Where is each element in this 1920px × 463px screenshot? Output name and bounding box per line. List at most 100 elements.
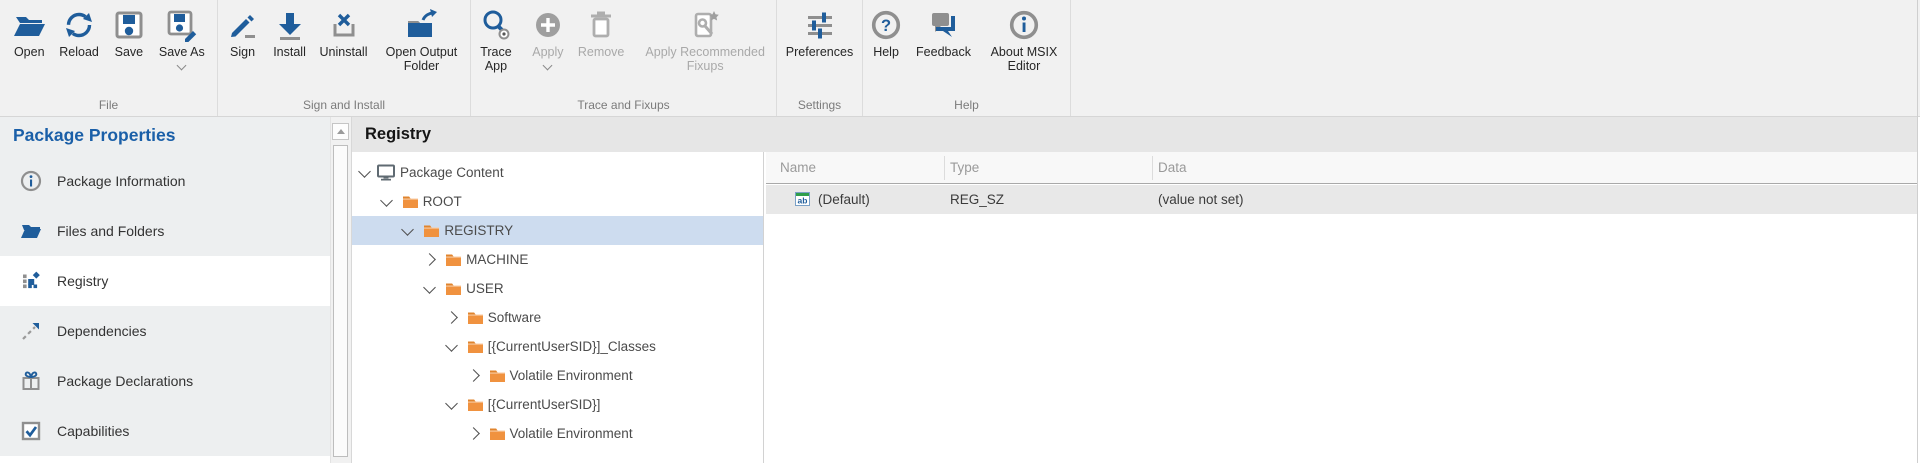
- registry-values-table: NameTypeData ab(Default)REG_SZ(value not…: [766, 152, 1918, 463]
- ribbon-button-trace-app[interactable]: Trace App: [471, 5, 521, 73]
- chevron-down-icon[interactable]: [358, 165, 371, 178]
- cell-name: (Default): [818, 185, 870, 214]
- tree-item-label: REGISTRY: [444, 216, 513, 245]
- ribbon-group-sign-and-install: SignInstall Uninstall Open Output Folder Si…: [218, 0, 471, 116]
- ribbon-button-open[interactable]: Open: [9, 5, 49, 59]
- folder-orange-icon: [467, 398, 484, 412]
- chevron-down-icon[interactable]: [380, 194, 393, 207]
- sidebar-item-capabilities[interactable]: Capabilities: [0, 406, 330, 456]
- tree-item-root[interactable]: ROOT: [352, 187, 763, 216]
- ribbon-button-label: Remove: [578, 45, 625, 59]
- tree-item-label: Volatile Environment: [510, 361, 633, 390]
- chevron-down-icon[interactable]: [402, 223, 415, 236]
- ribbon-button-reload[interactable]: Reload: [56, 5, 102, 59]
- chevron-right-icon[interactable]: [423, 253, 436, 266]
- ribbon-group-label: Sign and Install: [218, 98, 470, 112]
- sidebar-item-label: Files and Folders: [57, 223, 164, 239]
- help-question-icon: ?: [869, 5, 903, 45]
- scroll-up-button[interactable]: [332, 123, 349, 140]
- ribbon-button-sign[interactable]: Sign: [223, 5, 263, 59]
- sidebar-item-registry[interactable]: Registry: [0, 256, 330, 306]
- sidebar-item-dependencies[interactable]: Dependencies: [0, 306, 330, 356]
- tree-item-label: Package Content: [400, 158, 504, 187]
- folder-orange-icon: [445, 282, 462, 296]
- ribbon-button-label: Preferences: [786, 45, 853, 59]
- column-header-type[interactable]: Type: [950, 152, 979, 183]
- registry-tree: Package ContentROOTREGISTRYMACHINEUSERSo…: [352, 152, 763, 463]
- sliders-icon: [803, 5, 837, 45]
- tree-item-currentusersid[interactable]: [{CurrentUserSID}]: [352, 390, 763, 419]
- ribbon-button-remove[interactable]: Remove: [575, 5, 627, 59]
- tree-item-label: Software: [488, 303, 541, 332]
- cell-type: REG_SZ: [950, 185, 1004, 214]
- sidebar-item-label: Package Declarations: [57, 373, 193, 389]
- ribbon-button-install[interactable]: Install: [270, 5, 310, 59]
- gift-box-icon: [20, 370, 42, 392]
- tree-item-currentusersid-classes[interactable]: [{CurrentUserSID}]_Classes: [352, 332, 763, 361]
- ribbon-button-apply-recommended-fixups[interactable]: Apply Recommended Fixups: [634, 5, 776, 73]
- ribbon-button-label: Help: [873, 45, 899, 59]
- ribbon-button-label: Save: [115, 45, 144, 59]
- pane-splitter[interactable]: [763, 152, 764, 463]
- ribbon-button-apply[interactable]: Apply: [528, 5, 568, 69]
- tree-item-registry[interactable]: REGISTRY: [352, 216, 763, 245]
- chevron-down-icon: [543, 61, 553, 71]
- ribbon-group-file: Open Reload Save Save As File: [0, 0, 218, 116]
- tree-item-volatile-environment[interactable]: Volatile Environment: [352, 361, 763, 390]
- ribbon-button-save[interactable]: Save: [109, 5, 149, 59]
- ribbon-button-feedback[interactable]: Feedback: [913, 5, 974, 59]
- tree-item-volatile-environment[interactable]: Volatile Environment: [352, 419, 763, 448]
- tree-item-label: [{CurrentUserSID}]: [488, 390, 601, 419]
- ribbon-button-label: Apply Recommended Fixups: [637, 45, 773, 73]
- chevron-down-icon[interactable]: [423, 281, 436, 294]
- uninstall-icon: [327, 5, 361, 45]
- ribbon-button-open-output-folder[interactable]: Open Output Folder: [377, 5, 465, 73]
- sidebar-item-label: Registry: [57, 273, 108, 289]
- chevron-right-icon[interactable]: [467, 369, 480, 382]
- ribbon-button-about-msix-editor[interactable]: About MSIX Editor: [981, 5, 1067, 73]
- ribbon-button-preferences[interactable]: Preferences: [783, 5, 856, 59]
- tree-item-label: ROOT: [423, 187, 462, 216]
- column-separator[interactable]: [1152, 156, 1153, 180]
- ribbon-button-label: Uninstall: [320, 45, 368, 59]
- table-header: Name Type Data: [766, 152, 1918, 184]
- msix-editor-window: Open Reload Save Save As File SignInstall Unin…: [0, 0, 1920, 463]
- tree-item-package-content[interactable]: Package Content: [352, 158, 763, 187]
- ribbon-toolbar: Open Reload Save Save As File SignInstall Unin…: [0, 0, 1920, 117]
- ribbon-button-label: Reload: [59, 45, 99, 59]
- sidebar-item-label: Dependencies: [57, 323, 147, 339]
- sidebar-item-files-and-folders[interactable]: Files and Folders: [0, 206, 330, 256]
- monitor-icon: [376, 164, 396, 181]
- column-header-data[interactable]: Data: [1158, 152, 1187, 183]
- chevron-down-icon[interactable]: [445, 397, 458, 410]
- sidebar-item-package-information[interactable]: Package Information: [0, 156, 330, 206]
- sidebar: Package Properties Package InformationFi…: [0, 117, 330, 463]
- column-header-name[interactable]: Name: [780, 152, 816, 183]
- reload-icon: [62, 5, 96, 45]
- cell-data: (value not set): [1158, 185, 1244, 214]
- chevron-right-icon[interactable]: [445, 311, 458, 324]
- scrollbar-thumb[interactable]: [333, 145, 348, 457]
- ribbon-button-uninstall[interactable]: Uninstall: [317, 5, 371, 59]
- ribbon-button-help[interactable]: ? Help: [866, 5, 906, 59]
- folder-orange-icon: [423, 224, 440, 238]
- ribbon-button-save-as[interactable]: Save As: [156, 5, 208, 69]
- tree-item-label: USER: [466, 274, 504, 303]
- folder-orange-icon: [489, 369, 506, 383]
- svg-text:?: ?: [881, 17, 891, 35]
- tree-item-machine[interactable]: MACHINE: [352, 245, 763, 274]
- ribbon-group-label: Help: [863, 98, 1070, 112]
- save-as-icon: [165, 5, 199, 45]
- sidebar-item-package-declarations[interactable]: Package Declarations: [0, 356, 330, 406]
- table-row[interactable]: ab(Default)REG_SZ(value not set): [766, 185, 1918, 214]
- ribbon-group-label: File: [0, 98, 217, 112]
- chevron-down-icon[interactable]: [445, 339, 458, 352]
- folder-orange-icon: [402, 195, 419, 209]
- column-separator[interactable]: [944, 156, 945, 180]
- tree-item-software[interactable]: Software: [352, 303, 763, 332]
- chevron-right-icon[interactable]: [467, 427, 480, 440]
- tree-item-user[interactable]: USER: [352, 274, 763, 303]
- scroll-up-icon: [337, 129, 345, 134]
- chevron-down-icon: [177, 61, 187, 71]
- sidebar-scrollbar[interactable]: [330, 117, 352, 463]
